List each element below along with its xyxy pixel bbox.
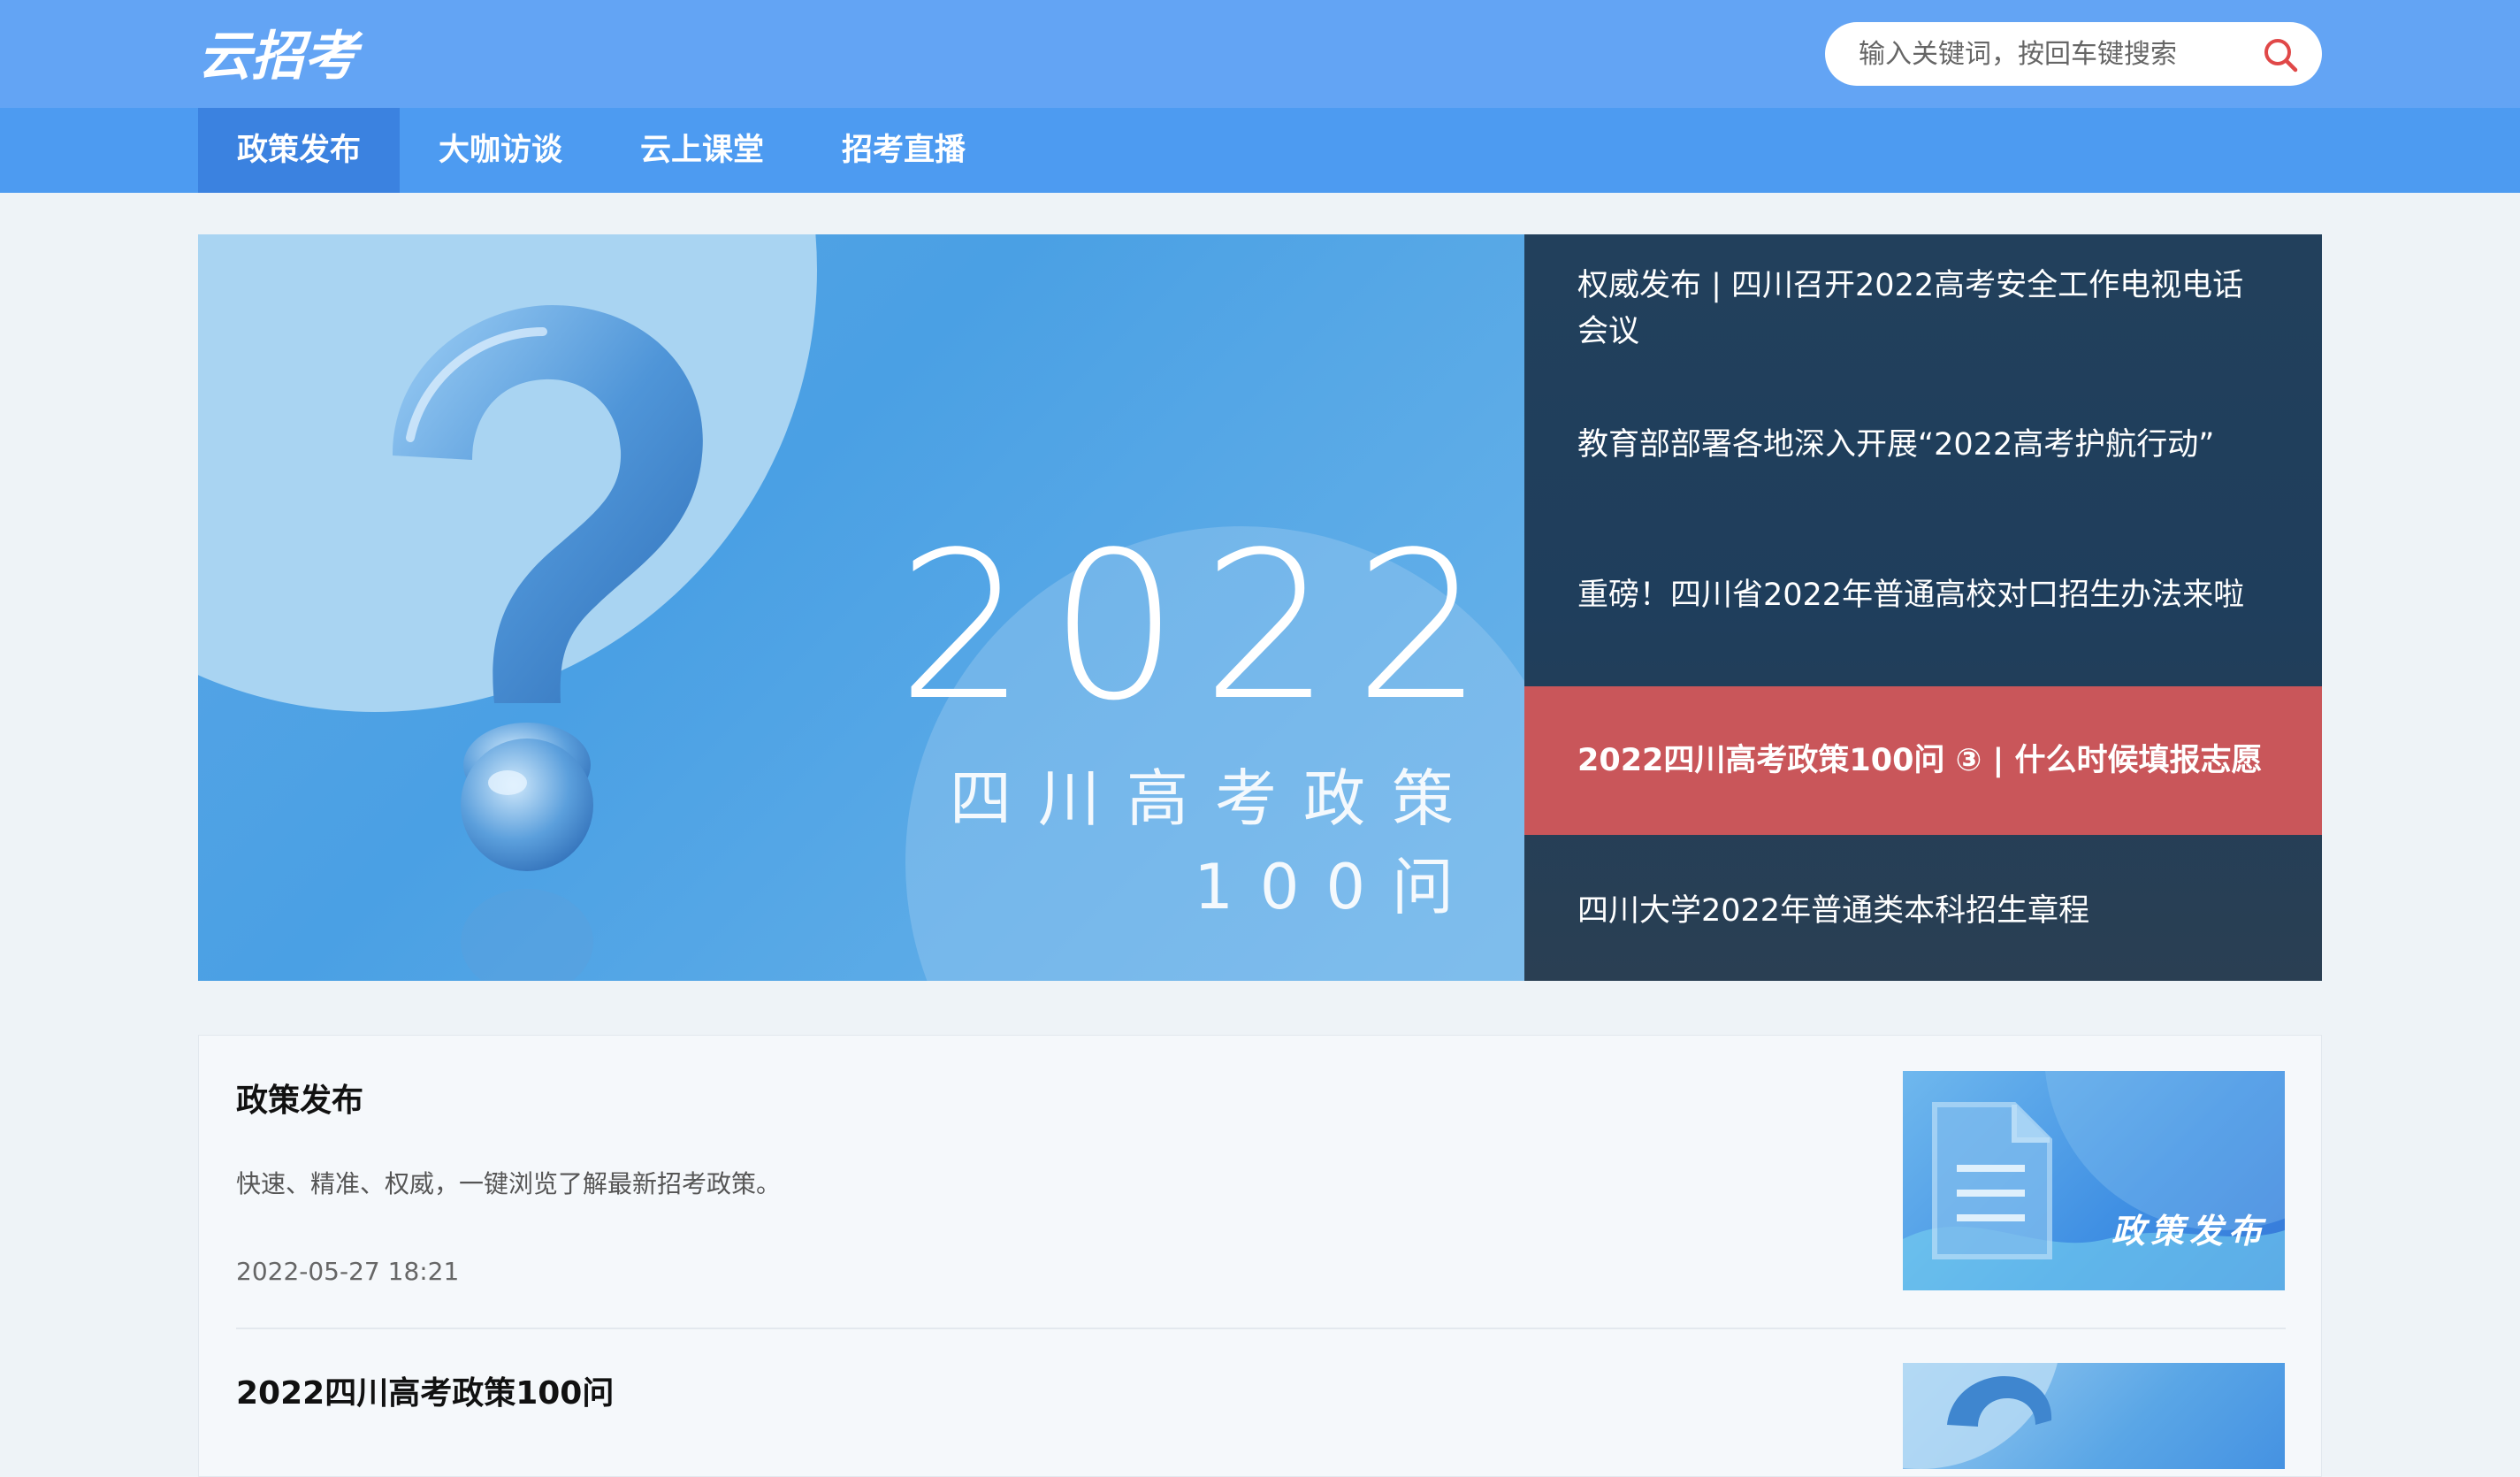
news-item[interactable]: 四川大学2022年普通类本科招生章程 xyxy=(1524,862,2322,960)
hero-subtitle-line2: 100问 xyxy=(1194,851,1480,923)
news-item[interactable]: 重磅！四川省2022年普通高校对口招生办法来啦 xyxy=(1524,553,2322,638)
news-item-active[interactable]: 2022四川高考政策100问 ③ | 什么时候填报志愿 xyxy=(1524,686,2322,835)
nav-item-live[interactable]: 招考直播 xyxy=(803,108,1004,193)
hero-year: 2022 xyxy=(897,509,1507,746)
top-header: 云招考 xyxy=(0,0,2520,108)
question-mark-icon xyxy=(393,305,703,981)
list-item-thumbnail[interactable] xyxy=(1903,1363,2285,1469)
hero-subtitle: 四川高考政策 100问 xyxy=(861,754,1480,931)
hero-image[interactable]: 2022 四川高考政策 100问 xyxy=(198,234,1524,981)
list-item-title[interactable]: 2022四川高考政策100问 xyxy=(236,1367,614,1413)
news-item[interactable]: 教育部部署各地深入开展“2022高考护航行动” xyxy=(1524,402,2322,487)
nav-item-policy[interactable]: 政策发布 xyxy=(198,108,401,193)
search-input[interactable] xyxy=(1859,27,2230,80)
divider xyxy=(236,1328,2286,1329)
document-icon xyxy=(1932,1102,2052,1259)
svg-text:云招考: 云招考 xyxy=(198,26,363,88)
list-item-date: 2022-05-27 18:21 xyxy=(236,1257,460,1286)
list-item-title[interactable]: 政策发布 xyxy=(236,1075,363,1121)
question-mark-icon xyxy=(1903,1363,2058,1469)
nav-item-interviews[interactable]: 大咖访谈 xyxy=(400,108,601,193)
news-item[interactable]: 权威发布 | 四川召开2022高考安全工作电视电话会议 xyxy=(1524,259,2322,358)
banner: 2022 四川高考政策 100问 权威发布 | 四川召开2022高考安全工作电视… xyxy=(198,234,2322,981)
news-list: 权威发布 | 四川召开2022高考安全工作电视电话会议 教育部部署各地深入开展“… xyxy=(1524,234,2322,981)
logo-icon[interactable]: 云招考 xyxy=(198,19,403,90)
nav-item-cloud-class[interactable]: 云上课堂 xyxy=(601,108,803,193)
hero-subtitle-line1: 四川高考政策 xyxy=(950,762,1480,835)
main-nav: 政策发布 大咖访谈 云上课堂 招考直播 xyxy=(0,108,2520,193)
list-item-desc: 快速、精准、权威，一键浏览了解最新招考政策。 xyxy=(236,1169,782,1198)
policy-list: 政策发布 快速、精准、权威，一键浏览了解最新招考政策。 2022-05-27 1… xyxy=(198,1035,2322,1477)
thumbnail-label: 政策发布 xyxy=(2111,1212,2267,1251)
search-box xyxy=(1825,22,2322,86)
search-icon[interactable] xyxy=(2262,36,2299,73)
list-item-thumbnail[interactable]: 政策发布 xyxy=(1903,1071,2285,1290)
